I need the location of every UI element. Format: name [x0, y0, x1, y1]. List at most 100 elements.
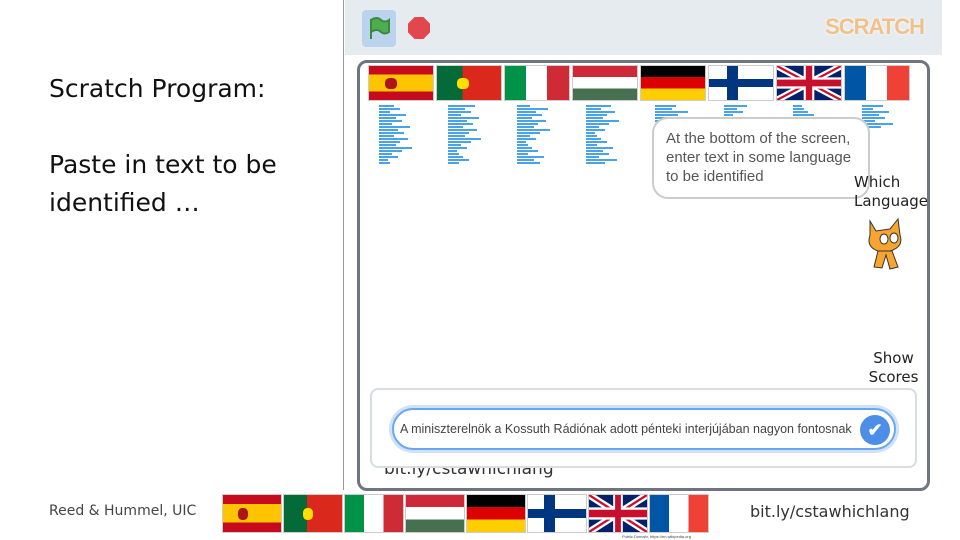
score-bar	[793, 114, 814, 116]
score-bar	[448, 129, 477, 131]
score-bar	[379, 111, 390, 113]
score-bar	[448, 117, 479, 119]
score-bar	[379, 108, 400, 110]
scratch-logo: SCRATCH	[825, 14, 925, 39]
score-bar	[793, 108, 804, 110]
score-bar	[448, 150, 457, 152]
scratch-stage[interactable]: At the bottom of the screen, enter text …	[357, 60, 930, 491]
score-bar	[379, 162, 390, 164]
score-bar	[793, 111, 808, 113]
score-bar	[448, 147, 467, 149]
stage-flags	[368, 65, 910, 101]
score-bar	[517, 108, 548, 110]
score-bar	[448, 108, 465, 110]
score-bar	[379, 120, 402, 122]
score-bar	[586, 120, 619, 122]
score-bar	[379, 156, 398, 158]
score-bar	[517, 162, 540, 164]
flag-germany	[466, 494, 526, 533]
score-bar	[448, 144, 461, 146]
score-bar	[586, 159, 617, 161]
score-bar	[586, 141, 607, 143]
score-bar	[724, 111, 743, 113]
score-bar	[448, 132, 469, 134]
score-bar	[448, 123, 473, 125]
flag-italy	[344, 494, 404, 533]
answer-input[interactable]: A miniszterelnök a Kossuth Rádiónak adot…	[392, 408, 896, 450]
flag-spain	[222, 494, 282, 533]
flag-france	[844, 65, 910, 101]
score-bar	[379, 138, 408, 140]
flag-finland	[527, 494, 587, 533]
score-bar	[517, 120, 546, 122]
scratch-cat-icon[interactable]	[860, 213, 910, 273]
score-bar	[586, 111, 615, 113]
score-bar	[655, 108, 672, 110]
slide-title: Scratch Program:	[49, 74, 266, 103]
score-bar	[862, 105, 883, 107]
score-bar	[586, 144, 597, 146]
coat-of-arms-icon	[457, 77, 469, 89]
score-bar	[517, 144, 528, 146]
score-bar	[862, 114, 879, 116]
show-scores-button[interactable]: Show Scores	[860, 349, 927, 387]
score-bar	[517, 156, 544, 158]
score-bar	[379, 150, 402, 152]
score-bar	[862, 117, 885, 119]
score-bar	[586, 108, 601, 110]
score-bar	[379, 129, 398, 131]
which-language-label: Which Language?	[854, 173, 930, 210]
stop-button[interactable]	[408, 17, 430, 39]
score-bar	[379, 123, 392, 125]
score-bar	[379, 135, 394, 137]
flag-france	[649, 494, 709, 533]
score-bar	[379, 117, 396, 119]
score-bar	[586, 114, 607, 116]
score-bar	[586, 153, 609, 155]
coat-of-arms-icon	[385, 77, 397, 89]
submit-check-button[interactable]: ✔	[860, 415, 890, 445]
score-bar-column	[517, 105, 550, 165]
score-bar	[448, 126, 463, 128]
score-bar	[517, 150, 538, 152]
score-bar	[379, 132, 404, 134]
score-bar	[586, 132, 595, 134]
score-bar	[517, 114, 542, 116]
score-bar	[448, 141, 471, 143]
flag-spain	[368, 65, 434, 101]
divider	[343, 0, 344, 490]
score-bar	[517, 147, 532, 149]
score-bar	[586, 135, 597, 137]
slide-subtitle: Paste in text to be identified …	[49, 150, 277, 217]
score-bar	[517, 132, 540, 134]
score-bar	[862, 111, 889, 113]
score-bar	[448, 162, 459, 164]
score-bar	[517, 123, 538, 125]
score-bar	[655, 114, 678, 116]
score-bar	[586, 147, 613, 149]
coat-of-arms-icon	[237, 507, 248, 520]
score-bar	[379, 126, 410, 128]
green-flag-button[interactable]	[362, 10, 396, 47]
score-bar	[724, 108, 737, 110]
score-bar	[586, 150, 603, 152]
score-bar	[724, 114, 733, 116]
checkmark-icon: ✔	[867, 420, 883, 440]
flag-hungary	[405, 494, 465, 533]
ask-prompt: A miniszterelnök a Kossuth Rádiónak adot…	[370, 388, 917, 468]
score-bar	[379, 159, 388, 161]
footer-link[interactable]: bit.ly/cstawhichlang	[750, 502, 910, 521]
score-bar	[517, 111, 536, 113]
score-bar	[517, 135, 530, 137]
score-bar	[586, 123, 609, 125]
score-bar	[379, 141, 400, 143]
score-bar	[448, 138, 481, 140]
score-bar	[448, 114, 461, 116]
score-bar	[379, 105, 394, 107]
score-bar	[517, 105, 530, 107]
flag-portugal	[436, 65, 502, 101]
bottom-flags	[222, 494, 709, 533]
flag-italy	[504, 65, 570, 101]
score-bar-column	[586, 105, 619, 165]
image-credit: Public Domain, https://en.wikipedia.org	[622, 534, 691, 539]
